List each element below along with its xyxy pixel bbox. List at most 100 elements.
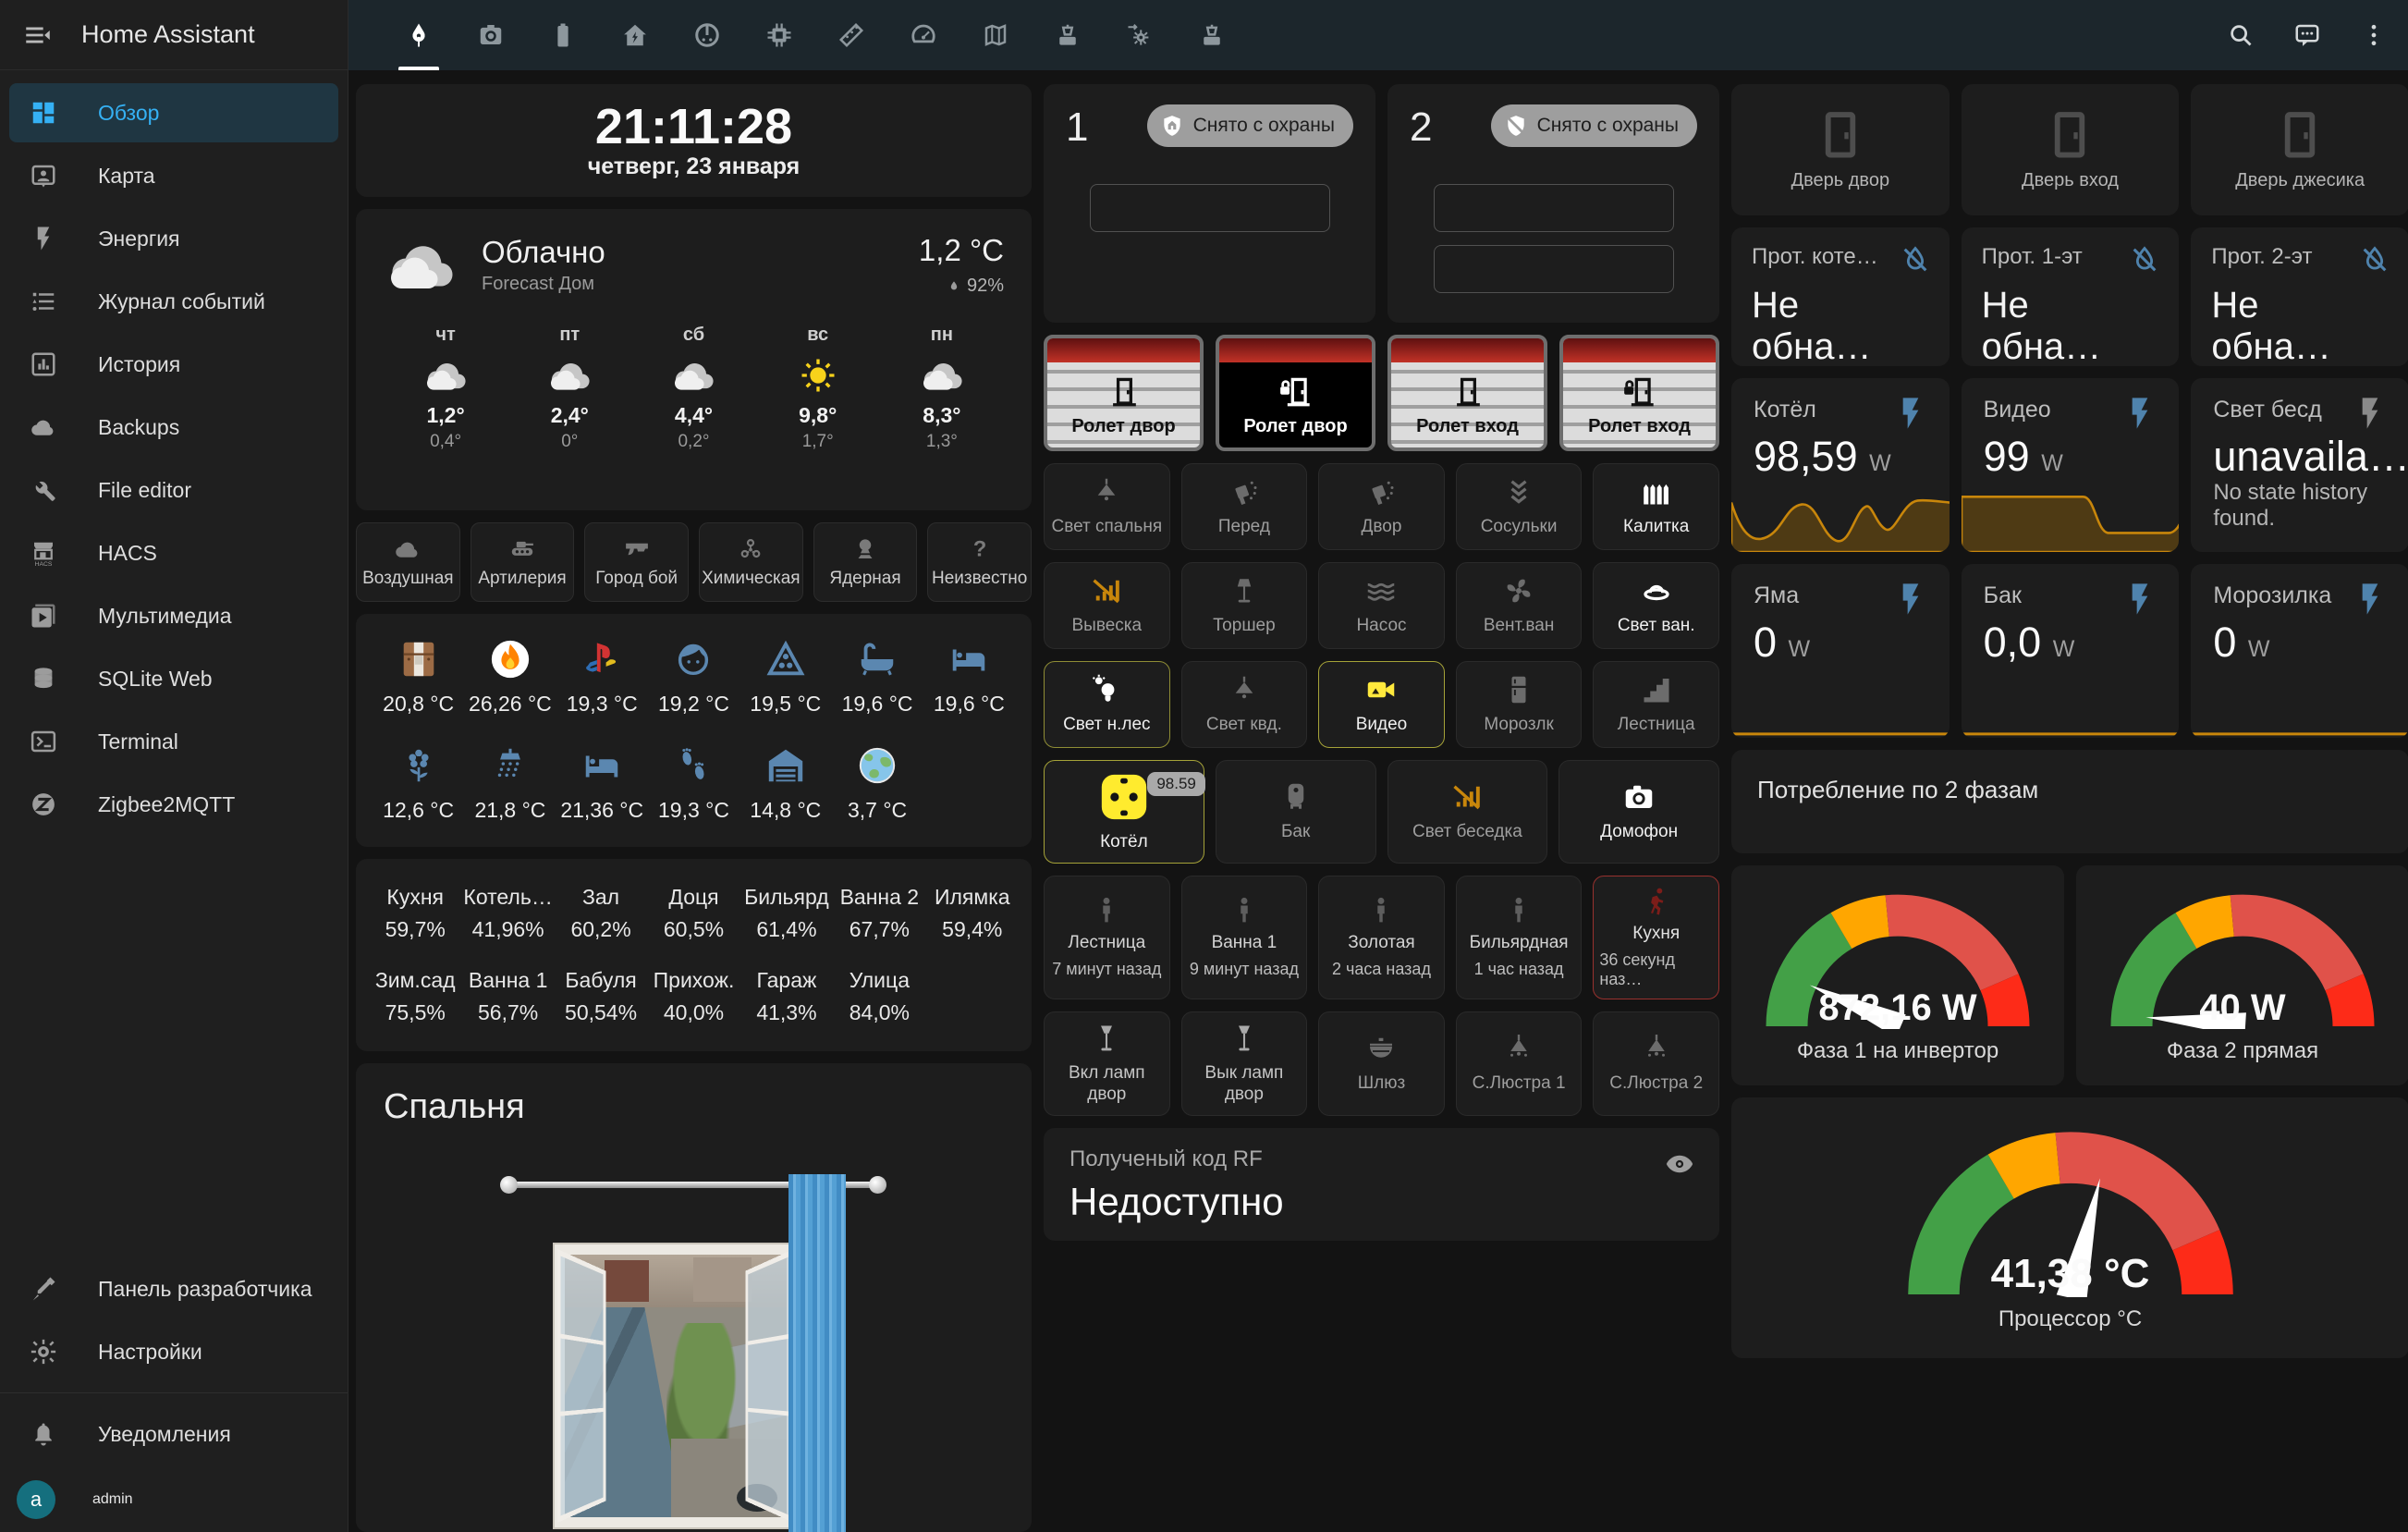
roller-shutter-tile[interactable]: Ролет двор xyxy=(1216,335,1375,451)
entity-tile[interactable]: Шлюз xyxy=(1318,1011,1445,1117)
alarm-state-badge[interactable]: Снято с охраны xyxy=(1147,104,1353,147)
presence-tile[interactable]: Золотая 2 часа назад xyxy=(1318,876,1445,999)
temperature-sensor[interactable]: 14,8 °C xyxy=(740,744,831,823)
temperature-sensor[interactable]: 19,3 °C xyxy=(648,744,740,823)
curtain[interactable] xyxy=(788,1174,846,1532)
leak-sensor-card[interactable]: Прот. 1-эт Не обна… xyxy=(1962,227,2180,366)
door-sensor-card[interactable]: Дверь джесика xyxy=(2191,84,2408,215)
dashboard-tab[interactable] xyxy=(898,0,949,70)
arm-away-button[interactable] xyxy=(1090,184,1330,232)
door-sensor-card[interactable]: Дверь вход xyxy=(1962,84,2180,215)
power-sensor-card[interactable]: Котёл 98,59 W xyxy=(1731,378,1950,552)
entity-tile[interactable]: Свет беседка xyxy=(1387,760,1548,864)
alert-button[interactable]: Неизвестно xyxy=(927,522,1032,602)
sidebar-toggle-icon[interactable] xyxy=(22,19,54,51)
temperature-sensor[interactable]: 3,7 °C xyxy=(831,744,923,823)
entity-tile[interactable]: Свет ван. xyxy=(1593,562,1719,649)
dashboard-tab[interactable] xyxy=(970,0,1021,70)
dashboard-tab[interactable] xyxy=(537,0,589,70)
humidity-sensor[interactable]: Бильярд 61,4% xyxy=(740,885,833,942)
temperature-sensor[interactable]: 19,6 °C xyxy=(923,638,1015,717)
temperature-sensor[interactable]: 20,8 °C xyxy=(373,638,464,717)
humidity-sensor[interactable]: Доця 60,5% xyxy=(647,885,740,942)
humidity-sensor[interactable]: Прихож. 40,0% xyxy=(647,968,740,1025)
entity-tile[interactable]: Свет спальня xyxy=(1044,463,1170,550)
temperature-sensor[interactable]: 12,6 °C xyxy=(373,744,464,823)
power-sensor-card[interactable]: Бак 0,0 W xyxy=(1962,564,2180,738)
presence-tile[interactable]: Ванна 1 9 минут назад xyxy=(1181,876,1308,999)
presence-tile[interactable]: Лестница 7 минут назад xyxy=(1044,876,1170,999)
humidity-sensor[interactable]: Кухня 59,7% xyxy=(369,885,461,942)
weather-card[interactable]: Облачно Forecast Дом 1,2 °C 92% xyxy=(356,209,1032,510)
sidebar-item[interactable]: Карта xyxy=(9,146,338,205)
dashboard-tab[interactable] xyxy=(609,0,661,70)
dashboard-tab[interactable] xyxy=(1186,0,1238,70)
entity-tile[interactable]: Насос xyxy=(1318,562,1445,649)
sidebar-item[interactable]: Журнал событий xyxy=(9,272,338,331)
entity-tile[interactable]: Вык ламп двор xyxy=(1181,1011,1308,1117)
door-sensor-card[interactable]: Дверь двор xyxy=(1731,84,1950,215)
entity-tile[interactable]: Свет н.лес xyxy=(1044,661,1170,748)
arm-mode-button[interactable] xyxy=(1434,184,1674,232)
roller-shutter-tile[interactable]: Ролет вход xyxy=(1559,335,1719,451)
entity-tile[interactable]: Двор xyxy=(1318,463,1445,550)
sidebar-item[interactable]: Backups xyxy=(9,398,338,457)
topbar-action-button[interactable] xyxy=(2348,9,2400,61)
sidebar-item-notifications[interactable]: Уведомления xyxy=(9,1404,338,1464)
power-sensor-card[interactable]: Яма 0 W xyxy=(1731,564,1950,738)
power-sensor-card[interactable]: Морозилка 0 W xyxy=(2191,564,2408,738)
roller-shutter-tile[interactable]: Ролет двор xyxy=(1044,335,1204,451)
humidity-sensor[interactable]: Зал 60,2% xyxy=(555,885,647,942)
entity-tile[interactable]: Сосульки xyxy=(1456,463,1583,550)
gauge-cpu-temperature[interactable]: 41,38 °C Процессор °C xyxy=(1731,1097,2408,1358)
dashboard-tab[interactable] xyxy=(753,0,805,70)
sidebar-item[interactable]: Мультимедиа xyxy=(9,586,338,645)
entity-tile[interactable]: Калитка xyxy=(1593,463,1719,550)
entity-tile[interactable]: С.Люстра 1 xyxy=(1456,1011,1583,1117)
sidebar-item[interactable]: File editor xyxy=(9,460,338,520)
roller-shutter-tile[interactable]: Ролет вход xyxy=(1387,335,1547,451)
entity-tile[interactable]: Вкл ламп двор xyxy=(1044,1011,1170,1117)
power-sensor-card[interactable]: Видео 99 W xyxy=(1962,378,2180,552)
sidebar-item[interactable]: Настройки xyxy=(9,1322,338,1381)
sidebar-item[interactable]: История xyxy=(9,335,338,394)
humidity-sensor[interactable]: Бабуля 50,54% xyxy=(555,968,647,1025)
humidity-sensor[interactable]: Ванна 2 67,7% xyxy=(833,885,925,942)
temperature-sensor[interactable]: 19,6 °C xyxy=(831,638,923,717)
entity-tile[interactable]: Торшер xyxy=(1181,562,1308,649)
dashboard-tab[interactable] xyxy=(1042,0,1094,70)
entity-tile[interactable]: С.Люстра 2 xyxy=(1593,1011,1719,1117)
entity-tile[interactable]: Перед xyxy=(1181,463,1308,550)
sidebar-item[interactable]: Zigbee2MQTT xyxy=(9,775,338,834)
temperature-sensor[interactable]: 19,2 °C xyxy=(648,638,740,717)
alert-button[interactable]: Ядерная xyxy=(813,522,918,602)
entity-tile[interactable]: Котёл 98.59 xyxy=(1044,760,1204,864)
entity-tile[interactable]: Видео xyxy=(1318,661,1445,748)
humidity-sensor[interactable]: Котель… 41,96% xyxy=(461,885,554,942)
temperature-sensor[interactable]: 21,8 °C xyxy=(464,744,556,823)
humidity-sensor[interactable]: Илямка 59,4% xyxy=(926,885,1019,942)
sidebar-item[interactable]: HACS xyxy=(9,523,338,582)
humidity-sensor[interactable]: Гараж 41,3% xyxy=(740,968,833,1025)
dashboard-tab[interactable] xyxy=(825,0,877,70)
temperature-sensor[interactable]: 21,36 °C xyxy=(556,744,648,823)
alert-button[interactable]: Химическая xyxy=(699,522,803,602)
humidity-sensor[interactable]: Улица 84,0% xyxy=(833,968,925,1025)
gauge-phase-1[interactable]: 872,16 W Фаза 1 на инвертор xyxy=(1731,865,2064,1085)
topbar-action-button[interactable] xyxy=(2215,9,2267,61)
eye-icon[interactable] xyxy=(1664,1148,1695,1180)
sidebar-item[interactable]: Панель разработчика xyxy=(9,1259,338,1318)
entity-tile[interactable]: Вывеска xyxy=(1044,562,1170,649)
humidity-sensor[interactable]: Ванна 1 56,7% xyxy=(461,968,554,1025)
sidebar-item[interactable]: Terminal xyxy=(9,712,338,771)
leak-sensor-card[interactable]: Прот. коте… Не обна… xyxy=(1731,227,1950,366)
entity-tile[interactable]: Бак xyxy=(1216,760,1376,864)
sidebar-item[interactable]: SQLite Web xyxy=(9,649,338,708)
presence-tile[interactable]: Кухня 36 секунд наз… xyxy=(1593,876,1719,999)
power-sensor-card[interactable]: Свет бесд unavaila… No state history fou… xyxy=(2191,378,2408,552)
alert-button[interactable]: Воздушная xyxy=(356,522,460,602)
sidebar-item[interactable]: Энергия xyxy=(9,209,338,268)
sidebar-user[interactable]: a admin xyxy=(0,1467,348,1532)
gauge-phase-2[interactable]: 40 W Фаза 2 прямая xyxy=(2076,865,2408,1085)
dashboard-tab[interactable] xyxy=(1114,0,1166,70)
